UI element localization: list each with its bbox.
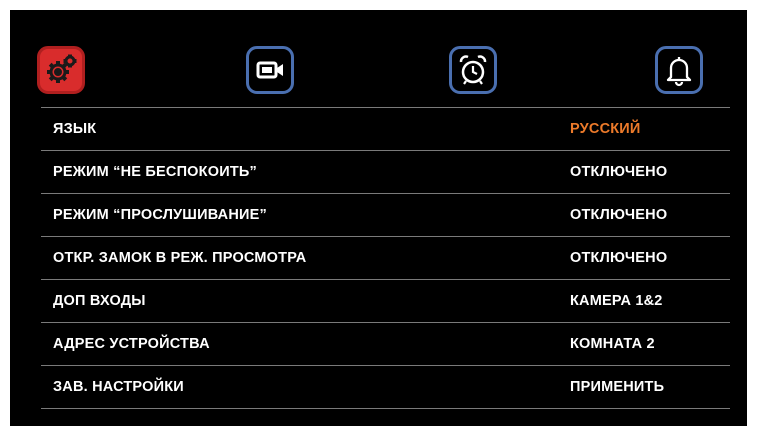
setting-value[interactable]: КАМЕРА 1&2 bbox=[570, 280, 663, 323]
setting-value[interactable]: РУССКИЙ bbox=[570, 108, 641, 151]
setting-row-unlock-in-view[interactable]: ОТКР. ЗАМОК В РЕЖ. ПРОСМОТРА ОТКЛЮЧЕНО bbox=[41, 237, 730, 280]
setting-value[interactable]: ОТКЛЮЧЕНО bbox=[570, 237, 667, 280]
settings-list: ЯЗЫК РУССКИЙ РЕЖИМ “НЕ БЕСПОКОИТЬ” ОТКЛЮ… bbox=[41, 107, 730, 409]
setting-row-monitoring[interactable]: РЕЖИМ “ПРОСЛУШИВАНИЕ” ОТКЛЮЧЕНО bbox=[41, 194, 730, 237]
setting-label: АДРЕС УСТРОЙСТВА bbox=[53, 336, 210, 352]
setting-value[interactable]: ОТКЛЮЧЕНО bbox=[570, 194, 667, 237]
setting-value[interactable]: ПРИМЕНИТЬ bbox=[570, 366, 664, 409]
camera-icon bbox=[256, 61, 283, 79]
tab-alarm-clock[interactable] bbox=[449, 46, 497, 94]
setting-value[interactable]: ОТКЛЮЧЕНО bbox=[570, 151, 667, 194]
setting-label: ОТКР. ЗАМОК В РЕЖ. ПРОСМОТРА bbox=[53, 250, 307, 266]
tab-settings[interactable] bbox=[37, 46, 85, 94]
gears-icon bbox=[47, 54, 77, 83]
tab-bell[interactable] bbox=[655, 46, 703, 94]
setting-value[interactable]: КОМНАТА 2 bbox=[570, 323, 655, 366]
settings-screen: ЯЗЫК РУССКИЙ РЕЖИМ “НЕ БЕСПОКОИТЬ” ОТКЛЮ… bbox=[10, 10, 747, 426]
setting-label: ЗАВ. НАСТРОЙКИ bbox=[53, 379, 184, 395]
alarm-clock-icon bbox=[459, 55, 487, 85]
bell-icon bbox=[666, 57, 692, 87]
setting-row-language[interactable]: ЯЗЫК РУССКИЙ bbox=[41, 108, 730, 151]
setting-label: РЕЖИМ “ПРОСЛУШИВАНИЕ” bbox=[53, 207, 267, 223]
setting-label: ЯЗЫК bbox=[53, 121, 97, 137]
setting-row-factory-reset[interactable]: ЗАВ. НАСТРОЙКИ ПРИМЕНИТЬ bbox=[41, 366, 730, 409]
tab-camera[interactable] bbox=[246, 46, 294, 94]
setting-row-extra-inputs[interactable]: ДОП ВХОДЫ КАМЕРА 1&2 bbox=[41, 280, 730, 323]
setting-row-device-address[interactable]: АДРЕС УСТРОЙСТВА КОМНАТА 2 bbox=[41, 323, 730, 366]
setting-label: РЕЖИМ “НЕ БЕСПОКОИТЬ” bbox=[53, 164, 257, 180]
setting-label: ДОП ВХОДЫ bbox=[53, 293, 146, 309]
setting-row-do-not-disturb[interactable]: РЕЖИМ “НЕ БЕСПОКОИТЬ” ОТКЛЮЧЕНО bbox=[41, 151, 730, 194]
